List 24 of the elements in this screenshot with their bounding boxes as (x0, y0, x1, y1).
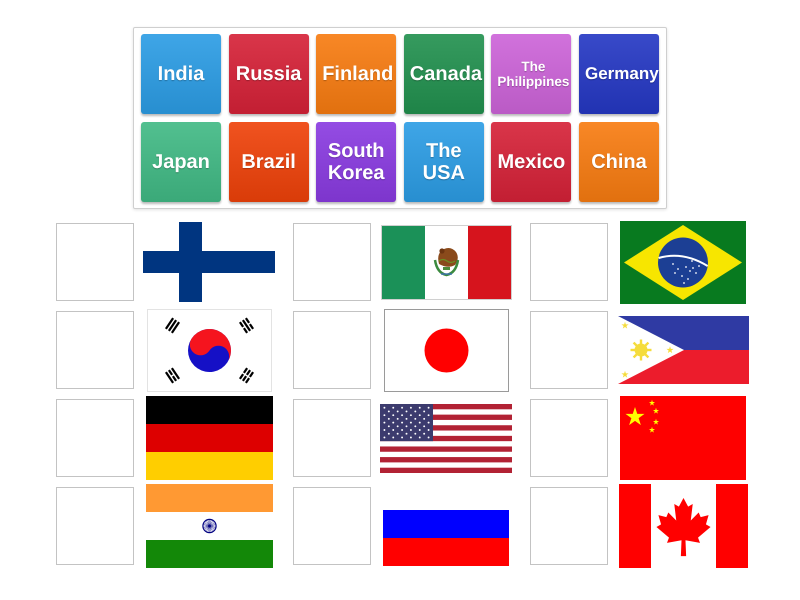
answer-box[interactable] (293, 399, 371, 477)
answer-box[interactable] (56, 399, 134, 477)
answer-box[interactable] (56, 487, 134, 565)
answer-tile[interactable]: Finland (316, 34, 396, 114)
answer-tile[interactable]: The Philippines (491, 34, 572, 114)
answer-tile[interactable]: Russia (228, 34, 309, 114)
answer-tile[interactable]: The USA (404, 122, 484, 202)
answer-box[interactable] (293, 311, 371, 389)
answer-box[interactable] (530, 399, 608, 477)
answer-tile[interactable]: Canada (404, 34, 484, 114)
answer-box[interactable] (56, 223, 134, 301)
answer-tile[interactable]: Mexico (491, 122, 572, 202)
answer-tile[interactable]: South Korea (316, 122, 396, 202)
answer-box[interactable] (56, 311, 134, 389)
answer-box[interactable] (530, 223, 608, 301)
answer-box[interactable] (293, 487, 371, 565)
answer-tile[interactable]: Germany (578, 34, 659, 114)
answer-tile[interactable]: China (578, 122, 659, 202)
answer-box[interactable] (530, 487, 608, 565)
answer-tile[interactable]: Brazil (228, 122, 309, 202)
answer-tile[interactable]: Japan (141, 122, 221, 202)
answer-box[interactable] (293, 223, 371, 301)
answer-tile[interactable]: India (141, 34, 221, 114)
answer-box[interactable] (530, 311, 608, 389)
